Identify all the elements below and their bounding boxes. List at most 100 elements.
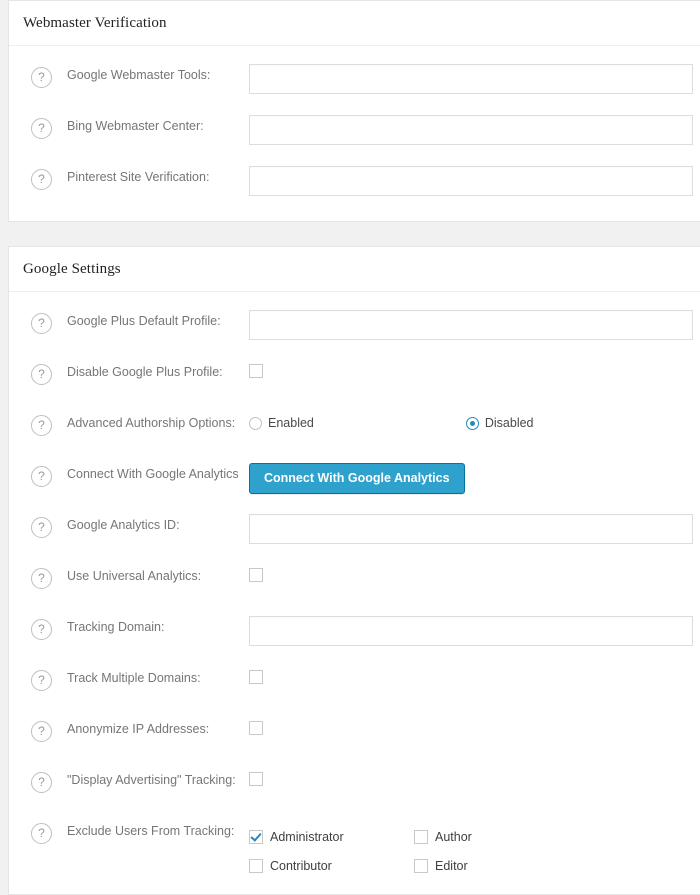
help-cell: ? xyxy=(9,359,67,385)
panel-title-google-settings: Google Settings xyxy=(9,247,700,292)
field-row-track-multiple-domains: ? Track Multiple Domains: xyxy=(9,657,700,708)
field-row-google-analytics-id: ? Google Analytics ID: xyxy=(9,504,700,555)
help-cell: ? xyxy=(9,512,67,538)
help-cell: ? xyxy=(9,665,67,691)
role-author-label: Author xyxy=(435,829,472,844)
radio-disabled-indicator[interactable] xyxy=(465,416,479,430)
field-control xyxy=(249,563,700,583)
role-administrator-checkbox[interactable] xyxy=(249,829,263,844)
field-label-connect-with-google-analytics: Connect With Google Analytics xyxy=(67,467,239,481)
exclude-users-roles-grid: Administrator Author Contributor Editor xyxy=(249,820,579,880)
anonymize-ip-addresses-checkbox[interactable] xyxy=(249,721,263,736)
field-label-bing-webmaster-center: Bing Webmaster Center: xyxy=(67,119,204,133)
help-icon[interactable]: ? xyxy=(31,118,52,139)
help-cell: ? xyxy=(9,716,67,742)
field-control xyxy=(249,308,700,340)
help-icon[interactable]: ? xyxy=(31,772,52,793)
field-row-use-universal-analytics: ? Use Universal Analytics: xyxy=(9,555,700,606)
help-cell: ? xyxy=(9,563,67,589)
help-icon[interactable]: ? xyxy=(31,466,52,487)
role-contributor-label: Contributor xyxy=(270,858,332,873)
field-row-pinterest-site-verification: ? Pinterest Site Verification: xyxy=(9,156,700,207)
field-control: Administrator Author Contributor Editor xyxy=(249,818,700,880)
field-label-tracking-domain: Tracking Domain: xyxy=(67,620,165,634)
help-cell: ? xyxy=(9,62,67,88)
role-item-administrator[interactable]: Administrator xyxy=(249,822,414,851)
field-row-display-advertising-tracking: ? "Display Advertising" Tracking: xyxy=(9,759,700,810)
radio-option-enabled[interactable]: Enabled xyxy=(249,416,314,430)
role-editor-label: Editor xyxy=(435,858,468,873)
tracking-domain-input[interactable] xyxy=(249,616,693,646)
field-row-bing-webmaster-center: ? Bing Webmaster Center: xyxy=(9,105,700,156)
track-multiple-domains-checkbox[interactable] xyxy=(249,670,263,685)
radio-option-disabled[interactable]: Disabled xyxy=(465,416,534,430)
help-cell: ? xyxy=(9,113,67,139)
role-item-editor[interactable]: Editor xyxy=(414,851,579,880)
panel-webmaster-verification: Webmaster Verification ? Google Webmaste… xyxy=(8,0,700,222)
section-spacer xyxy=(0,222,700,246)
field-control xyxy=(249,512,700,544)
help-icon[interactable]: ? xyxy=(31,670,52,691)
field-control: Enabled Disabled xyxy=(249,410,700,430)
display-advertising-tracking-checkbox[interactable] xyxy=(249,772,263,787)
bing-webmaster-center-input[interactable] xyxy=(249,115,693,145)
field-row-advanced-authorship-options: ? Advanced Authorship Options: Enabled D… xyxy=(9,402,700,453)
field-row-exclude-users-from-tracking: ? Exclude Users From Tracking: Administr… xyxy=(9,810,700,880)
help-icon[interactable]: ? xyxy=(31,721,52,742)
panel-google-settings: Google Settings ? Google Plus Default Pr… xyxy=(8,246,700,895)
google-analytics-id-input[interactable] xyxy=(249,514,693,544)
connect-with-google-analytics-button[interactable]: Connect With Google Analytics xyxy=(249,463,465,494)
help-cell: ? xyxy=(9,818,67,844)
field-row-tracking-domain: ? Tracking Domain: xyxy=(9,606,700,657)
role-editor-checkbox[interactable] xyxy=(414,858,428,873)
field-label-google-webmaster-tools: Google Webmaster Tools: xyxy=(67,68,211,82)
field-control xyxy=(249,113,700,145)
role-item-contributor[interactable]: Contributor xyxy=(249,851,414,880)
role-author-checkbox[interactable] xyxy=(414,829,428,844)
field-row-google-webmaster-tools: ? Google Webmaster Tools: xyxy=(9,46,700,105)
field-label-use-universal-analytics: Use Universal Analytics: xyxy=(67,569,202,583)
help-icon[interactable]: ? xyxy=(31,568,52,589)
panel-body-google-settings: ? Google Plus Default Profile: ? Disable… xyxy=(9,292,700,894)
field-control xyxy=(249,767,700,787)
help-icon[interactable]: ? xyxy=(31,517,52,538)
field-label-google-plus-default-profile: Google Plus Default Profile: xyxy=(67,314,221,328)
google-plus-default-profile-input[interactable] xyxy=(249,310,693,340)
pinterest-site-verification-input[interactable] xyxy=(249,166,693,196)
help-icon[interactable]: ? xyxy=(31,67,52,88)
radio-enabled-indicator[interactable] xyxy=(249,416,262,430)
help-icon[interactable]: ? xyxy=(31,415,52,436)
field-label-display-advertising-tracking: "Display Advertising" Tracking: xyxy=(67,773,236,787)
field-control xyxy=(249,164,700,196)
panel-title-webmaster-verification: Webmaster Verification xyxy=(9,1,700,46)
field-label-google-analytics-id: Google Analytics ID: xyxy=(67,518,180,532)
help-icon[interactable]: ? xyxy=(31,313,52,334)
field-row-disable-google-plus-profile: ? Disable Google Plus Profile: xyxy=(9,351,700,402)
use-universal-analytics-checkbox[interactable] xyxy=(249,568,263,583)
radio-option-enabled-label: Enabled xyxy=(268,416,314,430)
field-control: Connect With Google Analytics xyxy=(249,461,700,494)
field-control xyxy=(249,614,700,646)
role-item-author[interactable]: Author xyxy=(414,822,579,851)
field-label-disable-google-plus-profile: Disable Google Plus Profile: xyxy=(67,365,223,379)
help-cell: ? xyxy=(9,410,67,436)
radio-option-disabled-label: Disabled xyxy=(484,416,534,430)
help-icon[interactable]: ? xyxy=(31,619,52,640)
panel-body-webmaster-verification: ? Google Webmaster Tools: ? Bing Webmast… xyxy=(9,46,700,221)
field-row-connect-with-google-analytics: ? Connect With Google Analytics Connect … xyxy=(9,453,700,504)
field-control xyxy=(249,716,700,736)
field-row-anonymize-ip-addresses: ? Anonymize IP Addresses: xyxy=(9,708,700,759)
field-label-anonymize-ip-addresses: Anonymize IP Addresses: xyxy=(67,722,210,736)
disable-google-plus-profile-checkbox[interactable] xyxy=(249,364,263,379)
role-contributor-checkbox[interactable] xyxy=(249,858,263,873)
field-label-track-multiple-domains: Track Multiple Domains: xyxy=(67,671,201,685)
field-label-advanced-authorship-options: Advanced Authorship Options: xyxy=(67,416,236,430)
help-cell: ? xyxy=(9,767,67,793)
help-icon[interactable]: ? xyxy=(31,169,52,190)
settings-page: Webmaster Verification ? Google Webmaste… xyxy=(0,0,700,895)
help-cell: ? xyxy=(9,614,67,640)
help-icon[interactable]: ? xyxy=(31,823,52,844)
help-icon[interactable]: ? xyxy=(31,364,52,385)
field-control xyxy=(249,359,700,379)
google-webmaster-tools-input[interactable] xyxy=(249,64,693,94)
